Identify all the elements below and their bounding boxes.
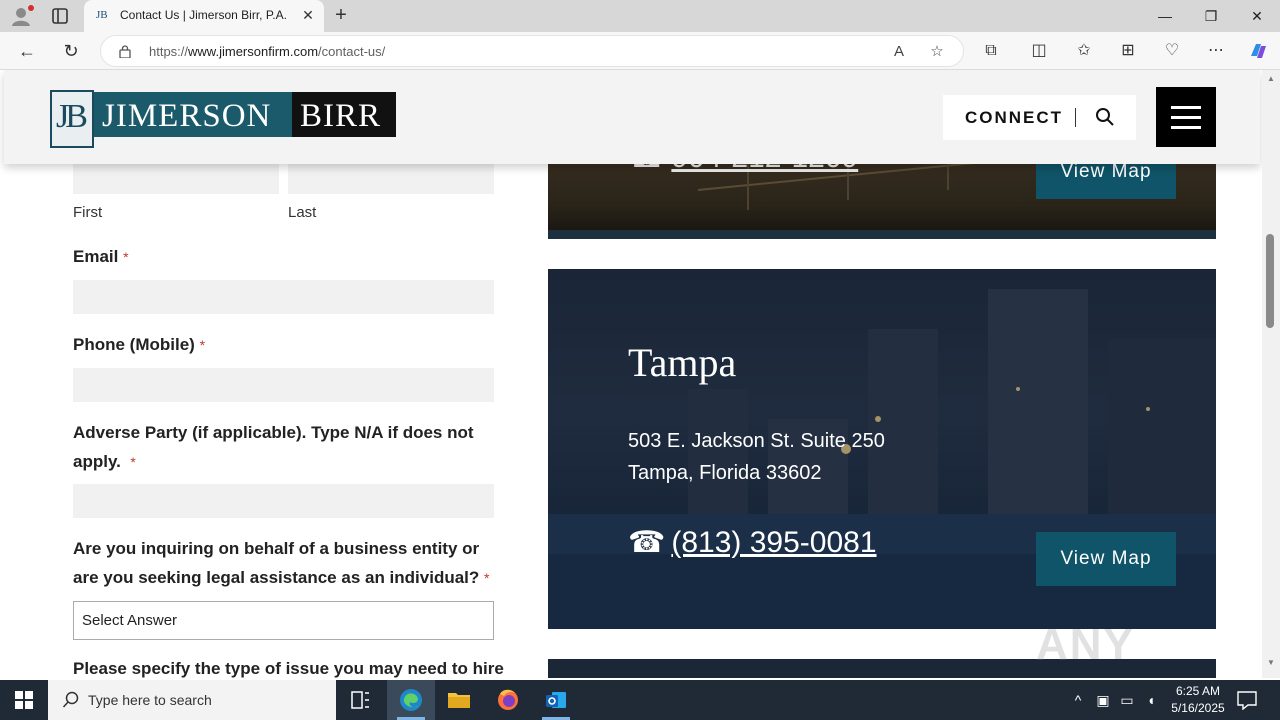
scroll-up-icon[interactable]: ▲ — [1266, 74, 1276, 84]
connect-bar: CONNECT — [943, 95, 1136, 140]
read-aloud-icon[interactable]: A — [889, 42, 909, 62]
edge-taskbar-app[interactable] — [387, 680, 435, 720]
first-name-sublabel: First — [73, 204, 103, 221]
collections-icon[interactable]: ⊞ — [1118, 41, 1138, 61]
logo-name-part-1: JIMERSON — [94, 92, 292, 137]
phone-label: Phone (Mobile) * — [73, 335, 206, 354]
office-city-title: Tampa — [628, 340, 737, 385]
outlook-taskbar-app[interactable] — [532, 680, 580, 720]
close-window-button[interactable]: ✕ — [1234, 0, 1280, 32]
windows-taskbar: Type here to search ^ ▣ ▭ ◖ 6:25 AM 5/16… — [0, 680, 1280, 720]
task-view-icon[interactable] — [336, 680, 384, 720]
file-explorer-icon[interactable] — [435, 680, 483, 720]
split-screen-icon[interactable]: ◫ — [1029, 41, 1049, 61]
address-bar[interactable]: https://www.jimersonfirm.com/contact-us/… — [100, 35, 964, 67]
network-icon[interactable]: ▭ — [1117, 690, 1137, 710]
logo-name-part-2: BIRR — [292, 92, 396, 137]
last-name-sublabel: Last — [288, 204, 317, 221]
notification-dot — [28, 5, 34, 11]
search-icon[interactable] — [1095, 107, 1115, 127]
anyrun-watermark: ANY RUN — [1036, 620, 1135, 678]
issue-type-label: Please specify the type of issue you may… — [73, 659, 504, 678]
office-address: 503 E. Jackson St. Suite 250 Tampa, Flor… — [628, 425, 885, 489]
required-mark: * — [199, 337, 206, 353]
inquiry-type-select[interactable]: Select Answer — [73, 601, 494, 640]
clock-time: 6:25 AM — [1175, 684, 1221, 698]
tab-active[interactable]: JB Contact Us | Jimerson Birr, P.A. ✕ — [84, 0, 324, 32]
phone-icon: ☎ — [628, 526, 666, 559]
favorites-icon[interactable]: ✩ — [1074, 41, 1094, 61]
volume-icon[interactable]: ◖ — [1141, 690, 1161, 710]
office-address-line2: Tampa, Florida 33602 — [628, 462, 822, 484]
extensions-icon[interactable]: ⧉ — [981, 41, 1001, 61]
back-icon[interactable]: ← — [16, 40, 38, 62]
adverse-party-field[interactable] — [73, 484, 494, 518]
connect-button[interactable]: CONNECT — [965, 108, 1063, 128]
outlook-icon — [546, 692, 566, 708]
scrollbar-thumb[interactable] — [1266, 234, 1274, 328]
page-scrollbar[interactable]: ▲ ▼ — [1262, 70, 1280, 678]
tab-actions-icon[interactable] — [50, 7, 70, 25]
required-mark: * — [484, 570, 490, 586]
first-name-input[interactable] — [73, 164, 279, 194]
search-icon — [62, 691, 79, 708]
email-field[interactable] — [73, 280, 494, 314]
copilot-icon[interactable] — [1247, 40, 1269, 62]
required-mark: * — [123, 249, 129, 265]
view-map-button[interactable]: View Map — [1036, 532, 1176, 586]
more-menu-icon[interactable]: ⋯ — [1206, 41, 1226, 61]
page-viewport: ☎904-212-1209 View Map Tampa 503 E. Jack… — [0, 70, 1262, 678]
jimerson-birr-logo[interactable]: JB JIMERSON BIRR — [50, 90, 398, 148]
taskbar-search[interactable]: Type here to search — [48, 680, 336, 720]
tab-title: Contact Us | Jimerson Birr, P.A. — [120, 8, 287, 22]
windows-start-icon[interactable] — [0, 680, 48, 720]
menu-line — [1171, 116, 1201, 119]
performance-icon[interactable]: ♡ — [1162, 41, 1182, 61]
inquiry-type-label: Are you inquiring on behalf of a busines… — [73, 539, 490, 587]
show-hidden-icons-icon[interactable]: ^ — [1068, 690, 1088, 710]
url-text: https://www.jimersonfirm.com/contact-us/ — [149, 44, 386, 59]
email-label: Email * — [73, 247, 129, 266]
restore-button[interactable]: ❐ — [1188, 0, 1234, 32]
notification-center-icon[interactable] — [1236, 690, 1258, 710]
close-tab-icon[interactable]: ✕ — [300, 7, 316, 23]
new-tab-button[interactable]: + — [330, 4, 352, 26]
menu-line — [1171, 126, 1201, 129]
favicon-icon: JB — [96, 9, 108, 21]
device-icon[interactable]: ▣ — [1093, 690, 1113, 710]
phone-field[interactable] — [73, 368, 494, 402]
required-mark: * — [130, 454, 136, 470]
last-name-input[interactable] — [288, 164, 494, 194]
office-card-tampa: Tampa 503 E. Jackson St. Suite 250 Tampa… — [548, 269, 1216, 629]
lock-icon[interactable] — [119, 45, 131, 58]
browser-tab-bar: JB Contact Us | Jimerson Birr, P.A. ✕ + … — [0, 0, 1280, 32]
menu-line — [1171, 106, 1201, 109]
select-value: Select Answer — [82, 612, 178, 629]
edge-icon — [400, 689, 422, 711]
refresh-icon[interactable]: ↻ — [60, 40, 82, 62]
hamburger-menu-button[interactable] — [1156, 87, 1216, 147]
clock-date: 5/16/2025 — [1171, 701, 1225, 715]
address-toolbar: ← ↻ https://www.jimersonfirm.com/contact… — [0, 32, 1280, 70]
office-address-line1: 503 E. Jackson St. Suite 250 — [628, 430, 885, 452]
taskbar-clock[interactable]: 6:25 AM 5/16/2025 — [1160, 683, 1236, 717]
firefox-icon[interactable] — [484, 680, 532, 720]
search-placeholder: Type here to search — [88, 692, 212, 708]
logo-monogram: JB — [50, 90, 94, 148]
office-phone-link[interactable]: ☎ (813) 395-0081 — [628, 525, 877, 560]
minimize-button[interactable]: — — [1142, 0, 1188, 32]
favorite-star-icon[interactable]: ☆ — [927, 42, 947, 62]
adverse-party-label: Adverse Party (if applicable). Type N/A … — [73, 423, 474, 471]
scroll-down-icon[interactable]: ▼ — [1266, 658, 1276, 668]
divider — [1075, 108, 1076, 127]
site-header: JB JIMERSON BIRR CONNECT — [4, 70, 1260, 164]
